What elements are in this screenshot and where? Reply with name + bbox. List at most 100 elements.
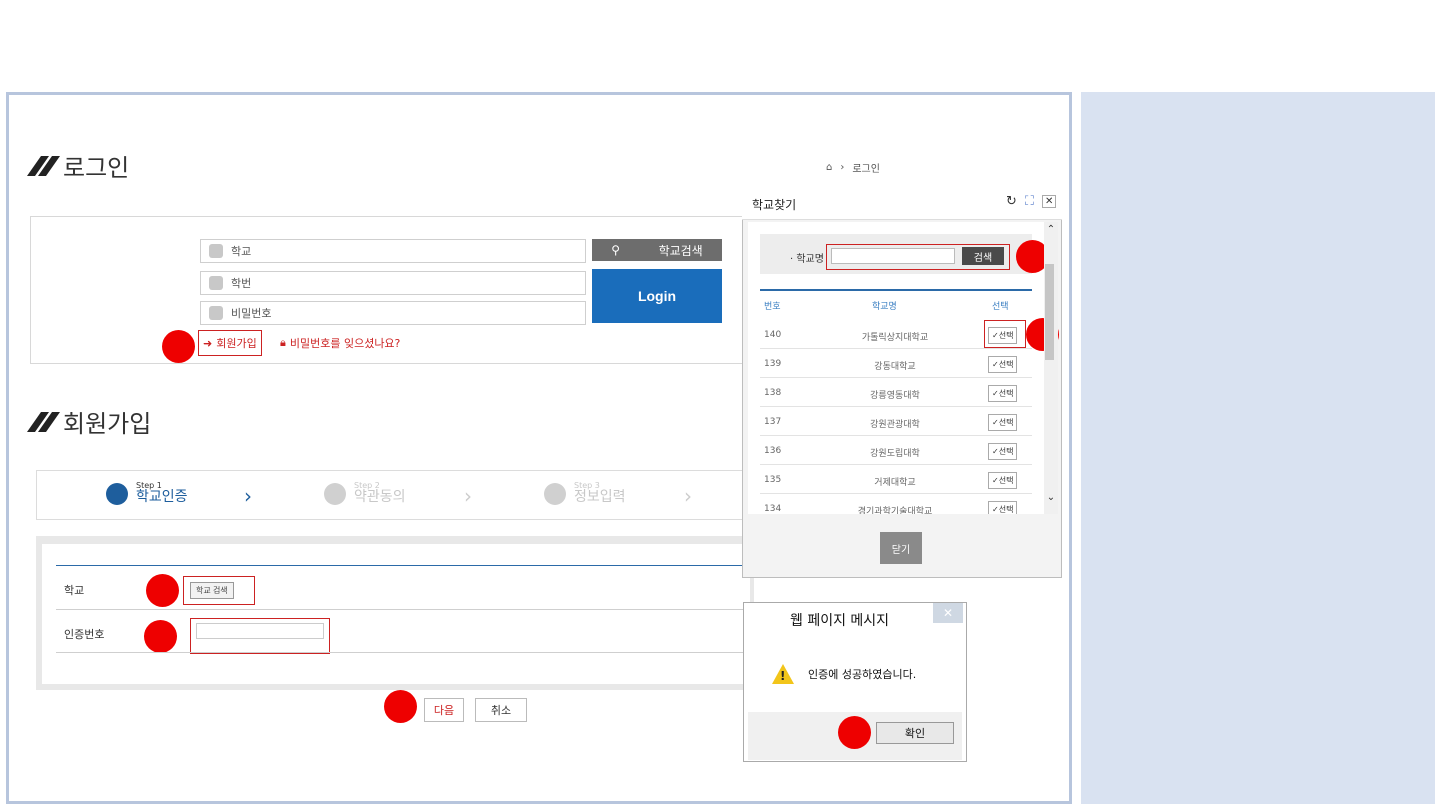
row-school-name: 거제대학교 bbox=[874, 478, 916, 488]
step-3: Step 3 정보입력 bbox=[544, 481, 626, 506]
maximize-icon[interactable]: ⛶ bbox=[1025, 194, 1034, 209]
right-panel bbox=[1081, 92, 1435, 804]
table-row: 138 강릉영동대학 ✓선택 bbox=[760, 378, 1032, 407]
select-button[interactable]: ✓선택 bbox=[988, 356, 1018, 373]
title-slash-icon bbox=[26, 155, 61, 176]
terms-icon bbox=[324, 482, 346, 505]
scroll-up-icon[interactable]: ⌃ bbox=[1044, 224, 1058, 235]
title-slash-icon bbox=[26, 411, 61, 432]
row-number: 138 bbox=[764, 388, 782, 398]
login-section-title: 로그인 bbox=[26, 148, 130, 183]
signin-arrow-icon: ➜ bbox=[203, 336, 213, 350]
breadcrumb-separator-icon: › bbox=[840, 162, 845, 173]
highlight-marker bbox=[146, 574, 179, 607]
auth-code-input[interactable] bbox=[196, 623, 324, 639]
row-school-name: 가톨릭상지대학교 bbox=[861, 333, 929, 343]
message-dialog-text: 인증에 성공하였습니다. bbox=[808, 668, 917, 681]
password-placeholder: 비밀번호 bbox=[231, 307, 272, 320]
form-school-search-button[interactable]: 학교 검색 bbox=[190, 582, 234, 599]
select-button[interactable]: ✓선택 bbox=[988, 472, 1018, 489]
highlight-marker bbox=[838, 716, 871, 749]
table-row: 134 경기과학기술대학교 ✓선택 bbox=[760, 494, 1032, 514]
join-link[interactable]: ➜ 회원가입 bbox=[198, 330, 262, 356]
highlight-marker bbox=[384, 690, 417, 723]
highlight-box bbox=[984, 320, 1026, 348]
popup-close-button[interactable]: 닫기 bbox=[880, 532, 922, 564]
step-1-label: 학교인증 bbox=[136, 489, 188, 506]
highlight-marker bbox=[162, 330, 195, 363]
table-row: 139 강동대학교 ✓선택 bbox=[760, 349, 1032, 378]
school-label: 학교 bbox=[64, 584, 85, 597]
student-id-placeholder: 학번 bbox=[231, 277, 252, 290]
popup-search-button[interactable]: 검색 bbox=[962, 247, 1004, 265]
select-button[interactable]: ✓선택 bbox=[988, 443, 1018, 460]
message-dialog-title: 웹 페이지 메시지 bbox=[790, 613, 890, 629]
chevron-right-icon: › bbox=[684, 484, 692, 508]
school-name-input[interactable] bbox=[831, 248, 955, 264]
school-name-label: · 학교명 bbox=[790, 254, 824, 265]
school-auth-icon bbox=[106, 482, 128, 505]
row-number: 134 bbox=[764, 504, 782, 514]
search-icon: ⚲ bbox=[611, 243, 621, 257]
step-3-label: 정보입력 bbox=[574, 489, 626, 506]
row-school-name: 강동대학교 bbox=[874, 362, 916, 372]
step-2: Step 2 약관동의 bbox=[324, 481, 406, 506]
popup-title: 학교찾기 bbox=[752, 198, 797, 212]
form-top-line bbox=[56, 565, 750, 566]
table-row: 137 강원관광대학 ✓선택 bbox=[760, 407, 1032, 436]
row-school-name: 강원관광대학 bbox=[870, 420, 920, 430]
breadcrumb: ⌂ › 로그인 bbox=[826, 160, 880, 175]
home-icon[interactable]: ⌂ bbox=[826, 162, 832, 173]
padlock-icon: 🔒︎ bbox=[280, 336, 286, 349]
cancel-button[interactable]: 취소 bbox=[475, 698, 527, 722]
step-1: Step 1 학교인증 bbox=[106, 481, 188, 506]
highlight-marker bbox=[144, 620, 177, 653]
school-search-button[interactable]: ⚲ 학교검색 bbox=[592, 239, 722, 261]
select-button[interactable]: ✓선택 bbox=[988, 501, 1018, 514]
ok-button[interactable]: 확인 bbox=[876, 722, 954, 744]
info-entry-icon bbox=[544, 482, 566, 505]
school-icon bbox=[209, 244, 223, 258]
login-title-text: 로그인 bbox=[63, 155, 130, 182]
warning-exclamation-icon: ! bbox=[780, 669, 786, 683]
row-number: 137 bbox=[764, 417, 782, 427]
join-link-label: 회원가입 bbox=[216, 337, 257, 350]
school-field-placeholder: 학교 bbox=[231, 245, 252, 258]
chevron-right-icon: › bbox=[464, 484, 472, 508]
auth-code-label: 인증번호 bbox=[64, 628, 105, 641]
row-school-name: 강릉영동대학 bbox=[870, 391, 920, 401]
table-row: 136 강원도립대학 ✓선택 bbox=[760, 436, 1032, 465]
student-id-field[interactable]: 학번 bbox=[200, 271, 586, 295]
school-search-label: 학교검색 bbox=[658, 243, 703, 258]
row-school-name: 강원도립대학 bbox=[870, 449, 920, 459]
row-number: 139 bbox=[764, 359, 782, 369]
table-row: 135 거제대학교 ✓선택 bbox=[760, 465, 1032, 494]
signup-section-title: 회원가입 bbox=[26, 404, 152, 439]
row-number: 135 bbox=[764, 475, 782, 485]
row-number: 136 bbox=[764, 446, 782, 456]
popup-tools: ↻ ⛶ ✕ bbox=[1006, 194, 1057, 209]
column-header-school: 학교명 bbox=[872, 302, 897, 312]
scrollbar-thumb[interactable] bbox=[1045, 264, 1054, 360]
refresh-icon[interactable]: ↻ bbox=[1006, 194, 1017, 209]
user-icon bbox=[209, 276, 223, 290]
select-button[interactable]: ✓선택 bbox=[988, 385, 1018, 402]
form-row-divider bbox=[56, 652, 750, 653]
forgot-password-link[interactable]: 🔒︎ 비밀번호를 잊으셨나요? bbox=[280, 332, 400, 354]
step-2-label: 약관동의 bbox=[354, 489, 406, 506]
column-header-select: 선택 bbox=[992, 302, 1009, 312]
row-number: 140 bbox=[764, 330, 782, 340]
signup-title-text: 회원가입 bbox=[63, 411, 152, 438]
login-button[interactable]: Login bbox=[592, 269, 722, 323]
school-field[interactable]: 학교 bbox=[200, 239, 586, 263]
forgot-link-label: 비밀번호를 잊으셨나요? bbox=[289, 337, 401, 350]
password-field[interactable]: 비밀번호 bbox=[200, 301, 586, 325]
close-icon[interactable]: ✕ bbox=[1042, 195, 1057, 208]
lock-icon bbox=[209, 306, 223, 320]
form-row-divider bbox=[56, 609, 750, 610]
dialog-close-icon[interactable]: ✕ bbox=[933, 603, 963, 623]
breadcrumb-current: 로그인 bbox=[852, 164, 880, 175]
select-button[interactable]: ✓선택 bbox=[988, 414, 1018, 431]
next-button[interactable]: 다음 bbox=[424, 698, 464, 722]
scroll-down-icon[interactable]: ⌄ bbox=[1044, 492, 1058, 503]
